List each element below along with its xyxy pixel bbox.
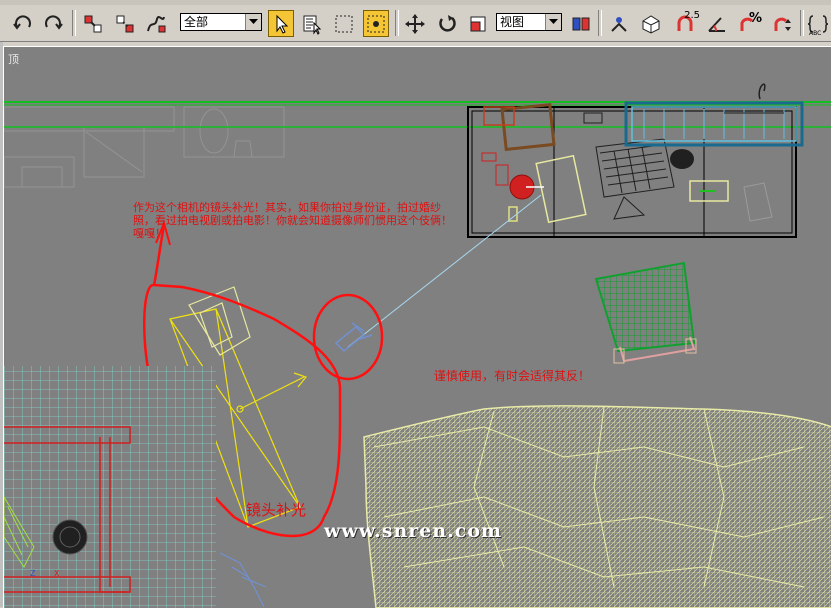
separator bbox=[800, 10, 804, 36]
caution-note: 谨慎使用，有时会适得其反！ bbox=[434, 369, 591, 383]
keyboard-shortcut-override-icon[interactable] bbox=[638, 10, 664, 37]
select-and-manipulate-icon[interactable] bbox=[606, 10, 632, 37]
unlink-selection-icon[interactable] bbox=[112, 10, 138, 37]
snap-value-label: 2.5 bbox=[684, 10, 700, 21]
chevron-down-icon bbox=[545, 14, 561, 30]
select-and-rotate-icon[interactable] bbox=[434, 10, 460, 37]
menu-bar bbox=[0, 0, 831, 5]
selection-filter-dropdown[interactable]: 全部 bbox=[180, 13, 262, 31]
window-crossing-icon[interactable] bbox=[363, 10, 389, 37]
main-toolbar: 全部 视图 2.5 % ABC bbox=[0, 0, 831, 42]
angle-snap-icon[interactable] bbox=[704, 10, 730, 37]
snap-toggle-icon[interactable]: 2.5 bbox=[672, 10, 700, 37]
omni-light-icon bbox=[219, 552, 267, 608]
selection-filter-value: 全部 bbox=[184, 15, 209, 29]
axis-gizmo-x: X bbox=[54, 569, 60, 578]
green-guide-lines bbox=[4, 101, 831, 128]
separator bbox=[598, 10, 602, 36]
chair-object bbox=[594, 261, 697, 364]
watermark: www.snren.com bbox=[324, 520, 503, 542]
spot-light-icon bbox=[334, 322, 373, 353]
camera-fill-note: 作为这个相机的镜头补光！其实，如果你拍过身份证，拍过婚纱照，看过拍电视剧或拍电影… bbox=[133, 201, 452, 240]
desk-furniture bbox=[467, 83, 804, 238]
separator bbox=[72, 10, 76, 36]
faint-background-objects bbox=[4, 106, 285, 188]
axis-gizmo-z: Z bbox=[30, 569, 36, 578]
abc-label: ABC bbox=[809, 30, 822, 37]
reference-coordinate-value: 视图 bbox=[500, 15, 525, 29]
highlight-circle bbox=[312, 293, 384, 381]
bind-to-space-warp-icon[interactable] bbox=[143, 10, 169, 37]
select-and-link-icon[interactable] bbox=[80, 10, 106, 37]
select-by-name-icon[interactable] bbox=[299, 10, 325, 37]
pivot-center-icon[interactable] bbox=[568, 10, 594, 37]
percent-label: % bbox=[748, 11, 762, 26]
reference-coordinate-dropdown[interactable]: 视图 bbox=[496, 13, 562, 31]
select-and-scale-icon[interactable] bbox=[465, 10, 491, 37]
viewport-label[interactable]: 顶 bbox=[8, 51, 19, 67]
fill-light-label: 镜头补光 bbox=[246, 501, 307, 519]
chevron-down-icon bbox=[245, 14, 261, 30]
spinner-snap-icon[interactable] bbox=[770, 10, 796, 37]
separator bbox=[395, 10, 399, 36]
select-and-move-icon[interactable] bbox=[402, 10, 428, 37]
percent-snap-icon[interactable]: % bbox=[736, 10, 762, 37]
undo-icon[interactable] bbox=[10, 10, 36, 37]
rectangular-selection-icon[interactable] bbox=[331, 10, 357, 37]
dark-round-object bbox=[52, 519, 88, 555]
named-selection-icon[interactable]: ABC bbox=[805, 10, 831, 37]
select-object-icon[interactable] bbox=[268, 10, 294, 37]
redo-icon[interactable] bbox=[40, 10, 66, 37]
